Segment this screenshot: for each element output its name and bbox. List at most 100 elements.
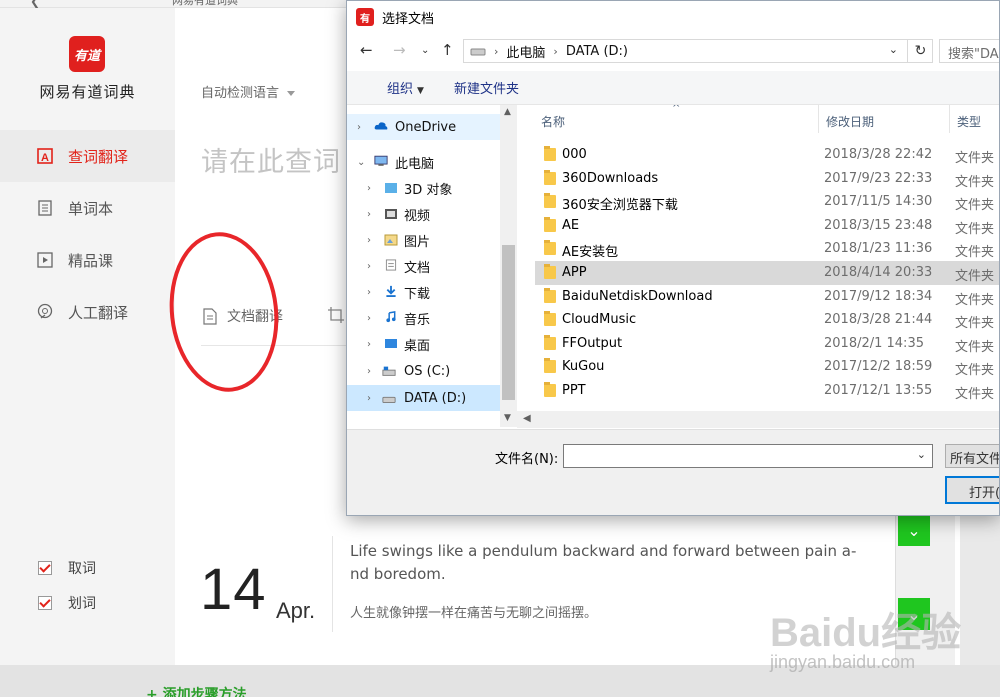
file-type: 文件夹 bbox=[955, 198, 995, 214]
option-pick-word[interactable]: 取词 bbox=[38, 558, 96, 578]
tree-item-videos[interactable]: › 视频 bbox=[347, 201, 500, 227]
chevron-right-icon[interactable]: › bbox=[367, 209, 371, 220]
chevron-down-icon[interactable]: ⌄ bbox=[917, 448, 926, 461]
search-input[interactable]: 请在此查词 bbox=[201, 140, 341, 179]
chevron-right-icon[interactable]: › bbox=[367, 235, 371, 246]
file-type: 文件夹 bbox=[955, 221, 995, 237]
option-select-word[interactable]: 划词 bbox=[38, 593, 96, 613]
video-course-icon bbox=[36, 251, 54, 269]
sidebar-item-courses[interactable]: 精品课 bbox=[0, 234, 175, 286]
checkbox[interactable] bbox=[38, 561, 52, 575]
breadcrumb-data-d[interactable]: DATA (D:) bbox=[566, 44, 628, 59]
new-folder-button[interactable]: 新建文件夹 bbox=[454, 78, 519, 97]
language-select[interactable]: 自动检测语言 bbox=[201, 82, 296, 101]
column-header-type[interactable]: 类型 bbox=[957, 113, 981, 130]
tree-item-label: OS (C:) bbox=[404, 363, 451, 379]
file-type: 文件夹 bbox=[955, 245, 995, 261]
file-row[interactable]: CloudMusic 2018/3/28 21:44 文件夹 bbox=[535, 308, 999, 332]
breadcrumb-this-pc[interactable]: 此电脑 bbox=[506, 42, 545, 61]
column-divider[interactable] bbox=[949, 105, 950, 133]
tree-item-data-d[interactable]: › DATA (D:) bbox=[347, 385, 500, 411]
chevron-right-icon[interactable]: › bbox=[367, 339, 371, 350]
refresh-button[interactable]: ↻ bbox=[907, 39, 933, 63]
forward-arrow-icon[interactable]: → bbox=[393, 41, 406, 59]
open-button[interactable]: 打开( bbox=[945, 476, 999, 504]
file-row[interactable]: AE安装包 2018/1/23 11:36 文件夹 bbox=[535, 237, 999, 261]
folder-icon bbox=[544, 311, 556, 327]
scroll-left-icon[interactable]: ◀ bbox=[523, 413, 531, 424]
checkbox[interactable] bbox=[38, 596, 52, 610]
daily-sentence-cn: 人生就像钟摆一样在痛苦与无聊之间摇摆。 bbox=[350, 606, 598, 621]
filename-input[interactable]: ⌄ bbox=[563, 444, 933, 468]
file-row[interactable]: PPT 2017/12/1 13:55 文件夹 bbox=[535, 379, 999, 403]
recent-locations-chevron-icon[interactable]: ⌄ bbox=[421, 45, 429, 56]
tree-item-music[interactable]: › 音乐 bbox=[347, 305, 500, 331]
address-bar[interactable]: › 此电脑 › DATA (D:) ⌄ bbox=[463, 39, 933, 63]
file-row[interactable]: 000 2018/3/28 22:42 文件夹 bbox=[535, 143, 999, 167]
scrollbar-thumb[interactable] bbox=[502, 245, 515, 400]
tree-item-documents[interactable]: › 文档 bbox=[347, 253, 500, 279]
tree-item-label: 图片 bbox=[404, 234, 431, 250]
option-label: 取词 bbox=[68, 561, 96, 577]
desktop-folder-icon bbox=[385, 339, 397, 348]
file-row[interactable]: APP 2018/4/14 20:33 文件夹 bbox=[535, 261, 999, 285]
organize-button[interactable]: 组织 ▼ bbox=[367, 78, 424, 97]
scroll-up-icon[interactable]: ▲ bbox=[504, 107, 511, 117]
tree-item-this-pc[interactable]: ⌄ 此电脑 bbox=[347, 149, 500, 175]
chevron-right-icon[interactable]: › bbox=[367, 313, 371, 324]
sidebar-item-lookup[interactable]: A 查词翻译 bbox=[0, 130, 175, 182]
file-type: 文件夹 bbox=[955, 151, 995, 166]
chevron-down-icon[interactable]: ⌄ bbox=[898, 514, 930, 546]
chevron-right-icon[interactable]: › bbox=[367, 261, 371, 272]
tree-item-pictures[interactable]: › 图片 bbox=[347, 227, 500, 253]
collapse-chevron-icon[interactable]: ❮ bbox=[30, 0, 40, 8]
tree-item-downloads[interactable]: › 下载 bbox=[347, 279, 500, 305]
folder-icon bbox=[544, 193, 556, 209]
option-label: 划词 bbox=[68, 596, 96, 612]
up-arrow-icon[interactable]: ↑ bbox=[441, 41, 454, 59]
filetype-select[interactable]: 所有文件 bbox=[945, 444, 999, 468]
music-folder-icon bbox=[386, 311, 396, 323]
file-date: 2017/9/12 18:34 bbox=[824, 288, 933, 304]
sidebar-item-label: 精品课 bbox=[68, 251, 114, 270]
screenshot-translate-icon[interactable] bbox=[327, 306, 345, 324]
sidebar-item-wordbook[interactable]: 单词本 bbox=[0, 182, 175, 234]
language-select-value: 自动检测语言 bbox=[201, 86, 280, 101]
column-divider[interactable] bbox=[818, 105, 819, 133]
tree-item-3d-objects[interactable]: › 3D 对象 bbox=[347, 175, 500, 201]
brand-name: 网易有道词典 bbox=[39, 83, 136, 101]
drive-d-icon bbox=[382, 396, 396, 403]
tree-item-desktop[interactable]: › 桌面 bbox=[347, 331, 500, 357]
chevron-right-icon[interactable]: › bbox=[367, 287, 371, 298]
chevron-right-icon[interactable]: › bbox=[357, 122, 361, 133]
file-row[interactable]: KuGou 2017/12/2 18:59 文件夹 bbox=[535, 355, 999, 379]
chevron-right-icon[interactable]: › bbox=[367, 366, 371, 377]
watermark-url: jingyan.baidu.com bbox=[770, 652, 916, 672]
file-row[interactable]: 360Downloads 2017/9/23 22:33 文件夹 bbox=[535, 167, 999, 191]
add-step-link[interactable]: + 添加步骤方法 bbox=[146, 684, 247, 697]
sidebar-item-human-translate[interactable]: 人工翻译 bbox=[0, 286, 175, 338]
tree-item-onedrive[interactable]: › OneDrive bbox=[347, 114, 500, 140]
chevron-right-icon[interactable]: › bbox=[367, 183, 371, 194]
file-list-hscrollbar[interactable]: ◀ bbox=[517, 411, 999, 428]
column-header-date[interactable]: 修改日期 bbox=[826, 113, 874, 130]
chevron-down-icon[interactable]: ⌄ bbox=[357, 157, 365, 168]
file-list: ^ 名称 修改日期 类型 000 2018/3/28 22:42 文件夹 360Dow… bbox=[517, 105, 999, 411]
file-row[interactable]: FFOutput 2018/2/1 14:35 文件夹 bbox=[535, 332, 999, 356]
chevron-right-icon[interactable]: › bbox=[367, 393, 371, 404]
search-input[interactable]: 搜索"DA bbox=[939, 39, 999, 63]
tree-scrollbar[interactable]: ▲ ▼ bbox=[500, 105, 517, 427]
scroll-down-icon[interactable]: ▼ bbox=[504, 413, 511, 423]
chevron-down-icon[interactable]: ⌄ bbox=[889, 43, 898, 56]
file-row[interactable]: 360安全浏览器下载 2017/11/5 14:30 文件夹 bbox=[535, 190, 999, 214]
dialog-footer: 文件名(N): ⌄ 所有文件 打开( bbox=[347, 429, 999, 515]
back-arrow-icon[interactable]: ← bbox=[360, 41, 373, 59]
column-header-name[interactable]: 名称 bbox=[541, 113, 565, 130]
wordbook-icon bbox=[36, 199, 54, 217]
file-row[interactable]: AE 2018/3/15 23:48 文件夹 bbox=[535, 214, 999, 238]
tree-item-label: 此电脑 bbox=[395, 156, 435, 172]
sort-up-icon: ^ bbox=[672, 105, 681, 114]
svg-text:A: A bbox=[41, 152, 49, 164]
file-row[interactable]: BaiduNetdiskDownload 2017/9/12 18:34 文件夹 bbox=[535, 285, 999, 309]
tree-item-os-c[interactable]: › OS (C:) bbox=[347, 358, 500, 384]
